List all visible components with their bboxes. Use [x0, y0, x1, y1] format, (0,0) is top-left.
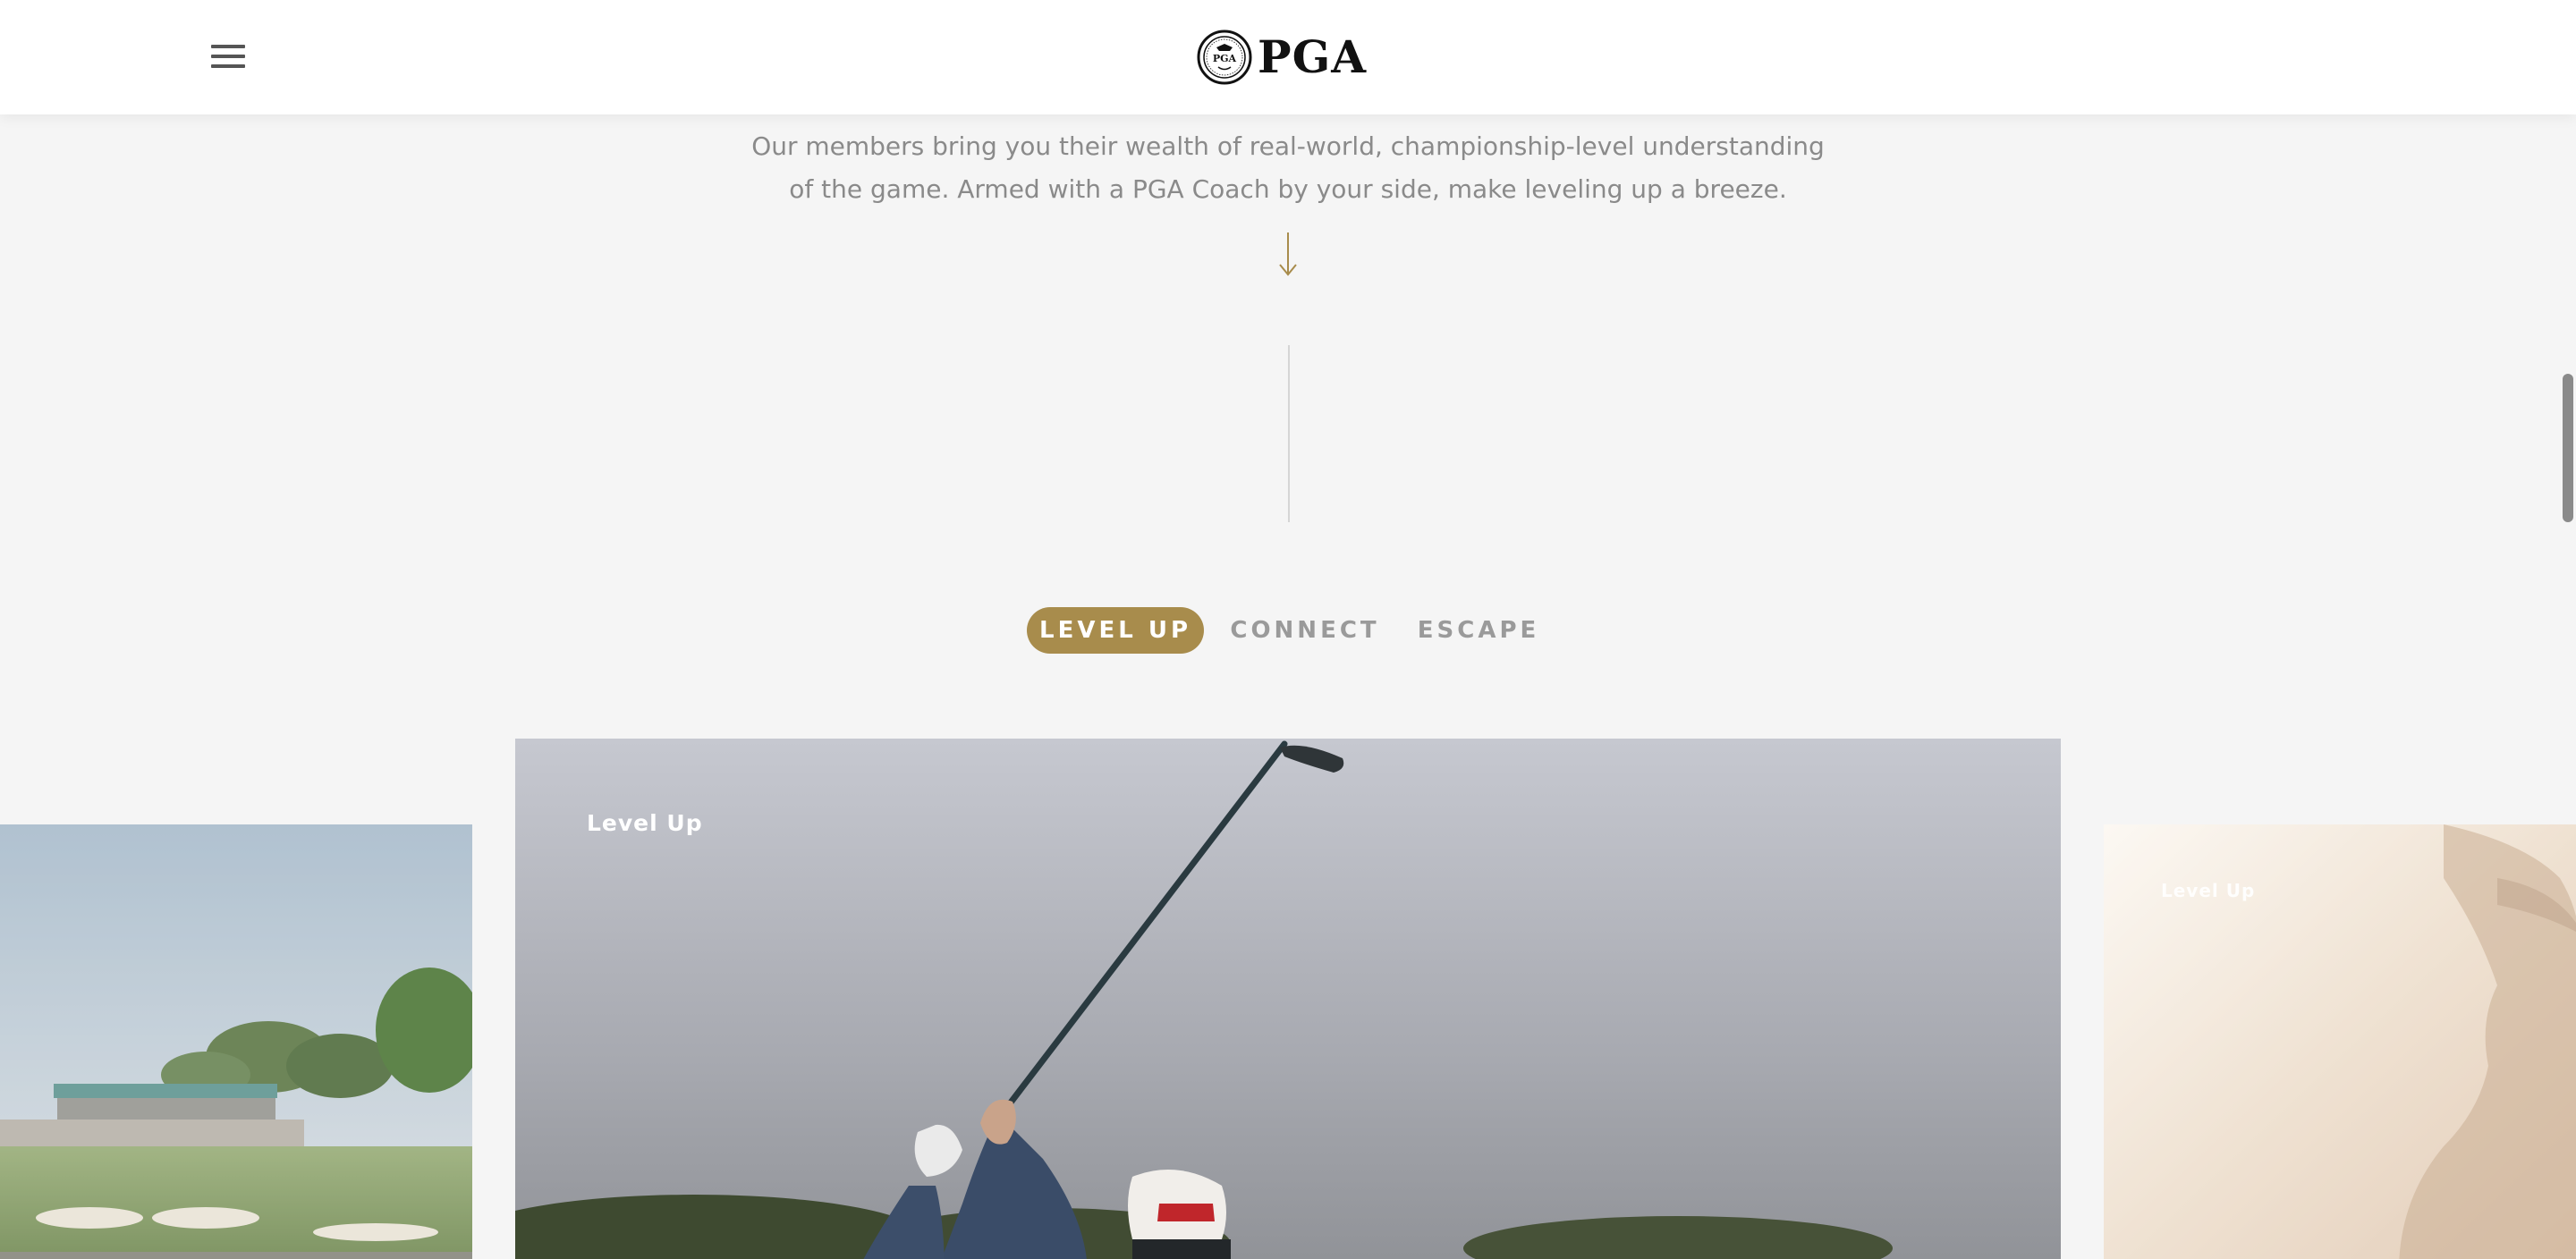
- menu-bar: [211, 45, 245, 48]
- menu-bar: [211, 64, 245, 68]
- carousel-card-next[interactable]: Level Up: [2104, 824, 2576, 1259]
- tab-escape[interactable]: ESCAPE: [1418, 607, 1537, 654]
- category-tabs: LEVEL UP CONNECT ESCAPE: [1027, 606, 1537, 655]
- tab-connect[interactable]: CONNECT: [1230, 607, 1376, 654]
- tab-level-up[interactable]: LEVEL UP: [1027, 607, 1204, 654]
- intro-paragraph: Our members bring you their wealth of re…: [751, 131, 1825, 204]
- vertical-divider: [1288, 345, 1290, 522]
- golf-course-image: [0, 824, 472, 1259]
- page-scrollbar[interactable]: [2556, 0, 2576, 1259]
- carousel-card-active[interactable]: Level Up: [515, 739, 2061, 1259]
- scrollbar-thumb[interactable]: [2563, 374, 2573, 522]
- golfer-swing-image: [515, 739, 2061, 1259]
- page: PGA PGA Our members bring you their weal…: [0, 0, 2576, 1259]
- carousel-card-previous[interactable]: [0, 824, 472, 1259]
- pga-logo[interactable]: PGA PGA: [1197, 29, 1367, 86]
- pga-seal-icon: PGA: [1197, 30, 1252, 85]
- card-category-label: Level Up: [2161, 880, 2256, 901]
- logo-wordmark: PGA: [1258, 30, 1368, 83]
- arrow-down-icon[interactable]: [1277, 231, 1299, 277]
- menu-bar: [211, 55, 245, 58]
- hamburger-menu-icon[interactable]: [211, 43, 247, 70]
- card-category-label: Level Up: [587, 810, 703, 836]
- site-header: PGA PGA: [0, 0, 2576, 114]
- seal-text: PGA: [1213, 53, 1237, 64]
